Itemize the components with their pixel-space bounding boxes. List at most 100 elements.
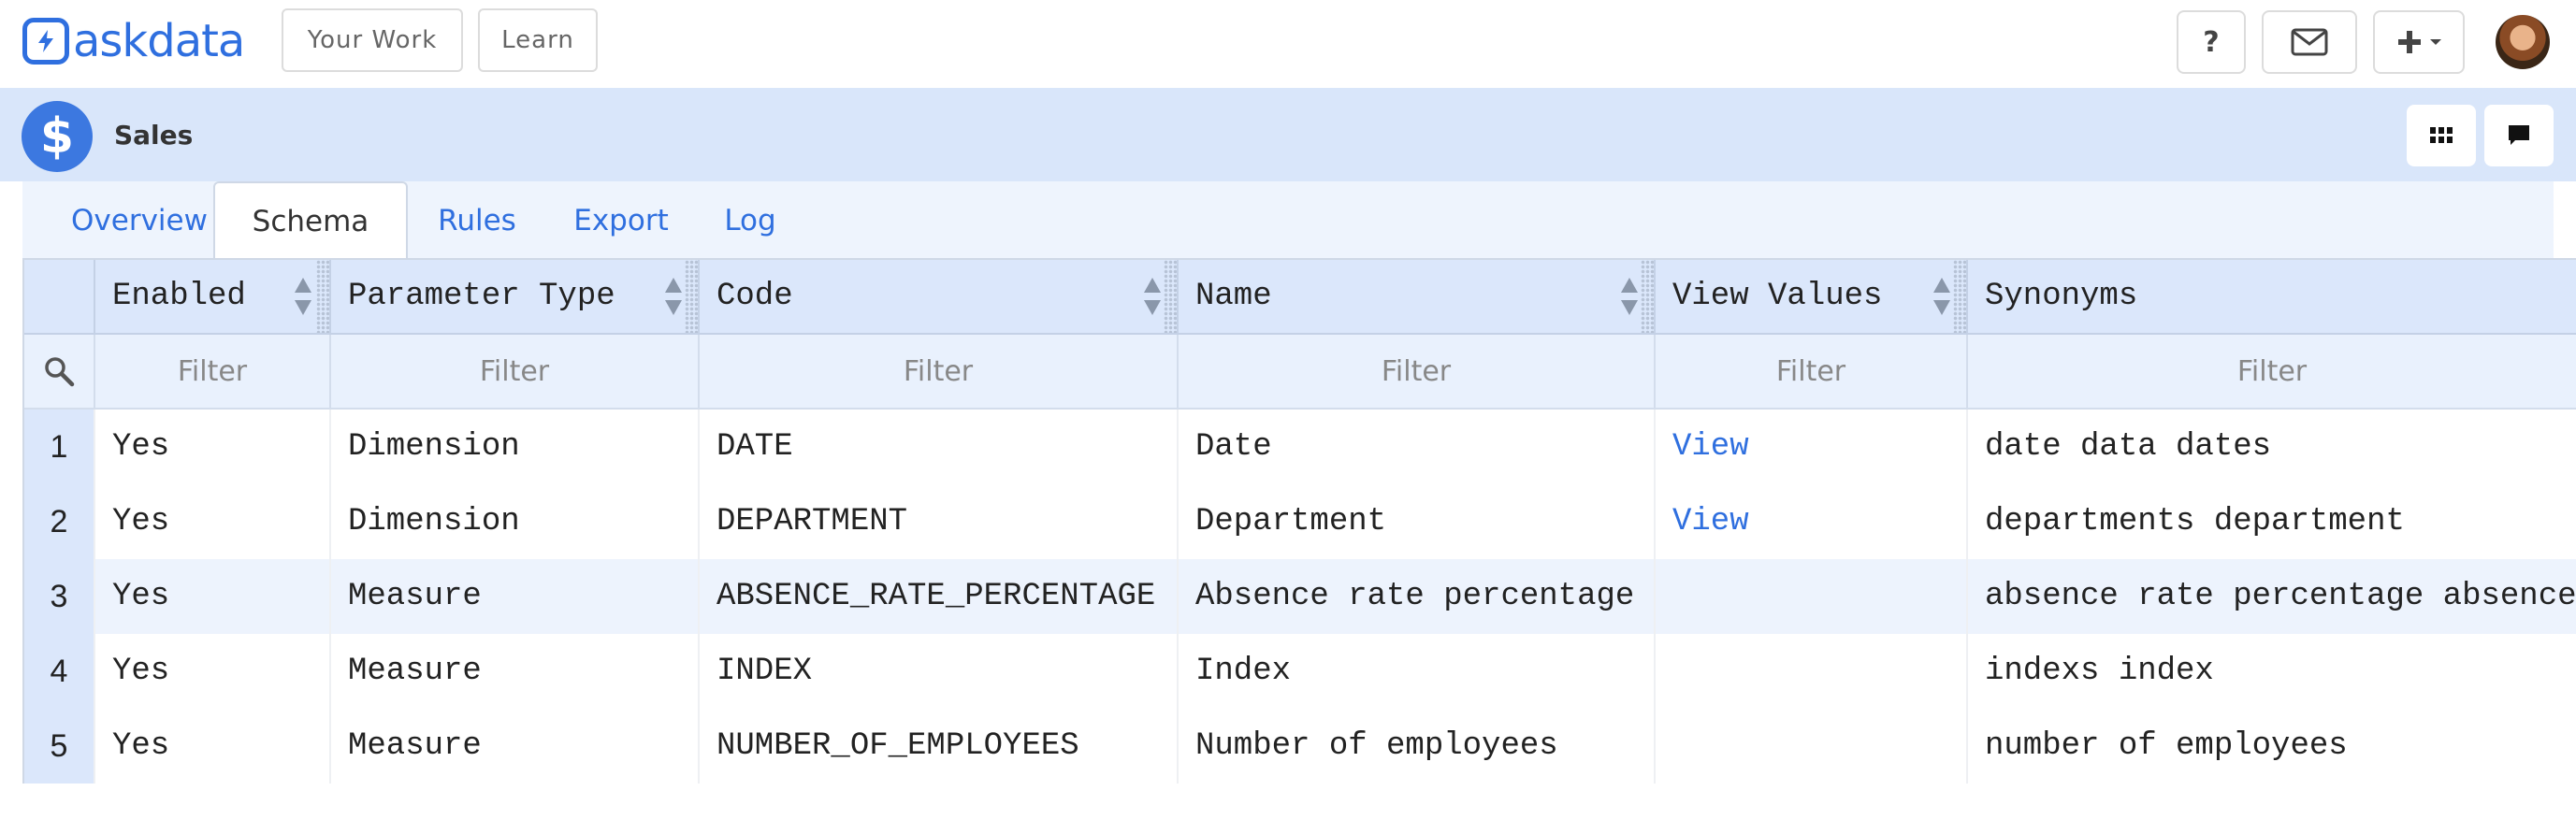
- row-number: 4: [24, 634, 95, 709]
- column-header-code[interactable]: Code: [700, 260, 1179, 333]
- dataset-tabs: Overview Schema Rules Export Log: [22, 181, 2554, 262]
- dataset-title: Sales: [114, 120, 194, 151]
- cell-parameter-type[interactable]: Measure: [331, 559, 700, 634]
- filter-enabled-input[interactable]: Filter: [95, 335, 331, 408]
- column-label: Enabled: [112, 279, 246, 314]
- column-resize-handle[interactable]: [1953, 260, 1966, 333]
- schema-table: Enabled Parameter Type Code Name View Va…: [22, 258, 2576, 784]
- table-row[interactable]: 1 Yes Dimension DATE Date View date data…: [24, 410, 2576, 484]
- help-button[interactable]: ?: [2177, 10, 2246, 74]
- column-label: Parameter Type: [348, 279, 615, 314]
- user-avatar[interactable]: [2496, 15, 2550, 69]
- column-header-parameter-type[interactable]: Parameter Type: [331, 260, 700, 333]
- cell-enabled[interactable]: Yes: [95, 634, 331, 709]
- dataset-header: [0, 88, 2576, 181]
- askdata-logo[interactable]: askdata: [22, 15, 245, 67]
- column-header-synonyms[interactable]: Synonyms: [1968, 260, 2576, 333]
- tab-export[interactable]: Export: [546, 181, 696, 260]
- cell-parameter-type[interactable]: Measure: [331, 634, 700, 709]
- cell-parameter-type[interactable]: Dimension: [331, 410, 700, 484]
- table-row[interactable]: 5 Yes Measure NUMBER_OF_EMPLOYEES Number…: [24, 709, 2576, 784]
- messages-button[interactable]: [2262, 10, 2357, 74]
- view-values-link[interactable]: View: [1656, 484, 1968, 559]
- row-number: 3: [24, 559, 95, 634]
- cell-parameter-type[interactable]: Measure: [331, 709, 700, 784]
- chat-icon: [2509, 125, 2529, 145]
- table-row[interactable]: 2 Yes Dimension DEPARTMENT Department Vi…: [24, 484, 2576, 559]
- filter-row: Filter Filter Filter Filter Filter Filte…: [24, 335, 2576, 410]
- cell-code[interactable]: DEPARTMENT: [700, 484, 1179, 559]
- column-resize-handle[interactable]: [685, 260, 698, 333]
- sort-icon[interactable]: [294, 276, 312, 317]
- cell-synonyms[interactable]: indexs index: [1968, 634, 2576, 709]
- view-values-cell[interactable]: [1656, 634, 1968, 709]
- grid-icon: [2430, 127, 2453, 143]
- cell-synonyms[interactable]: absence rate percentage absence: [1968, 559, 2576, 634]
- filter-synonyms-input[interactable]: Filter: [1968, 335, 2576, 408]
- grid-view-button[interactable]: [2407, 105, 2476, 166]
- plus-icon: [2398, 31, 2421, 53]
- view-values-link[interactable]: View: [1656, 410, 1968, 484]
- your-work-button[interactable]: Your Work: [282, 8, 463, 72]
- column-label: Synonyms: [1985, 279, 2138, 314]
- column-resize-handle[interactable]: [1641, 260, 1654, 333]
- filter-name-input[interactable]: Filter: [1179, 335, 1656, 408]
- cell-code[interactable]: ABSENCE_RATE_PERCENTAGE: [700, 559, 1179, 634]
- column-header-view-values[interactable]: View Values: [1656, 260, 1968, 333]
- create-new-button[interactable]: [2373, 10, 2465, 74]
- learn-button[interactable]: Learn: [478, 8, 598, 72]
- filter-code-input[interactable]: Filter: [700, 335, 1179, 408]
- cell-name[interactable]: Absence rate percentage: [1179, 559, 1656, 634]
- sort-icon[interactable]: [664, 276, 683, 317]
- cell-enabled[interactable]: Yes: [95, 709, 331, 784]
- cell-enabled[interactable]: Yes: [95, 559, 331, 634]
- row-number: 1: [24, 410, 95, 484]
- tab-rules[interactable]: Rules: [408, 181, 546, 260]
- sort-icon[interactable]: [1932, 276, 1951, 317]
- cell-code[interactable]: DATE: [700, 410, 1179, 484]
- logo-mark-icon: [22, 18, 69, 65]
- cell-name[interactable]: Date: [1179, 410, 1656, 484]
- column-header-name[interactable]: Name: [1179, 260, 1656, 333]
- row-number: 5: [24, 709, 95, 784]
- column-label: Code: [716, 279, 793, 314]
- cell-name[interactable]: Index: [1179, 634, 1656, 709]
- filter-view-values-input[interactable]: Filter: [1656, 335, 1968, 408]
- chevron-down-icon: [2430, 39, 2441, 45]
- top-navbar: askdata Your Work Learn ?: [0, 0, 2576, 88]
- help-icon: ?: [2203, 25, 2220, 59]
- column-label: View Values: [1672, 279, 1883, 314]
- row-number: 2: [24, 484, 95, 559]
- cell-name[interactable]: Department: [1179, 484, 1656, 559]
- logo-text: askdata: [73, 15, 245, 67]
- cell-synonyms[interactable]: date data dates: [1968, 410, 2576, 484]
- comments-button[interactable]: [2484, 105, 2554, 166]
- cell-enabled[interactable]: Yes: [95, 410, 331, 484]
- cell-parameter-type[interactable]: Dimension: [331, 484, 700, 559]
- cell-code[interactable]: NUMBER_OF_EMPLOYEES: [700, 709, 1179, 784]
- mail-icon: [2291, 28, 2328, 56]
- tab-schema[interactable]: Schema: [213, 181, 408, 262]
- search-icon: [45, 357, 75, 387]
- tab-log[interactable]: Log: [696, 181, 804, 260]
- sort-icon[interactable]: [1143, 276, 1162, 317]
- filter-parameter-type-input[interactable]: Filter: [331, 335, 700, 408]
- column-header-enabled[interactable]: Enabled: [95, 260, 331, 333]
- header-corner: [24, 260, 95, 333]
- cell-synonyms[interactable]: departments department: [1968, 484, 2576, 559]
- view-values-cell[interactable]: [1656, 559, 1968, 634]
- sort-icon[interactable]: [1620, 276, 1639, 317]
- cell-synonyms[interactable]: number of employees: [1968, 709, 2576, 784]
- column-label: Name: [1195, 279, 1272, 314]
- table-row-hovered[interactable]: 3 Yes Measure ABSENCE_RATE_PERCENTAGE Ab…: [24, 559, 2576, 634]
- table-header-row: Enabled Parameter Type Code Name View Va…: [24, 260, 2576, 335]
- column-resize-handle[interactable]: [1164, 260, 1177, 333]
- cell-name[interactable]: Number of employees: [1179, 709, 1656, 784]
- view-values-cell[interactable]: [1656, 709, 1968, 784]
- column-resize-handle[interactable]: [316, 260, 329, 333]
- filter-search-cell: [24, 335, 95, 408]
- dataset-dollar-icon: $: [22, 101, 93, 172]
- table-row[interactable]: 4 Yes Measure INDEX Index indexs index: [24, 634, 2576, 709]
- cell-code[interactable]: INDEX: [700, 634, 1179, 709]
- cell-enabled[interactable]: Yes: [95, 484, 331, 559]
